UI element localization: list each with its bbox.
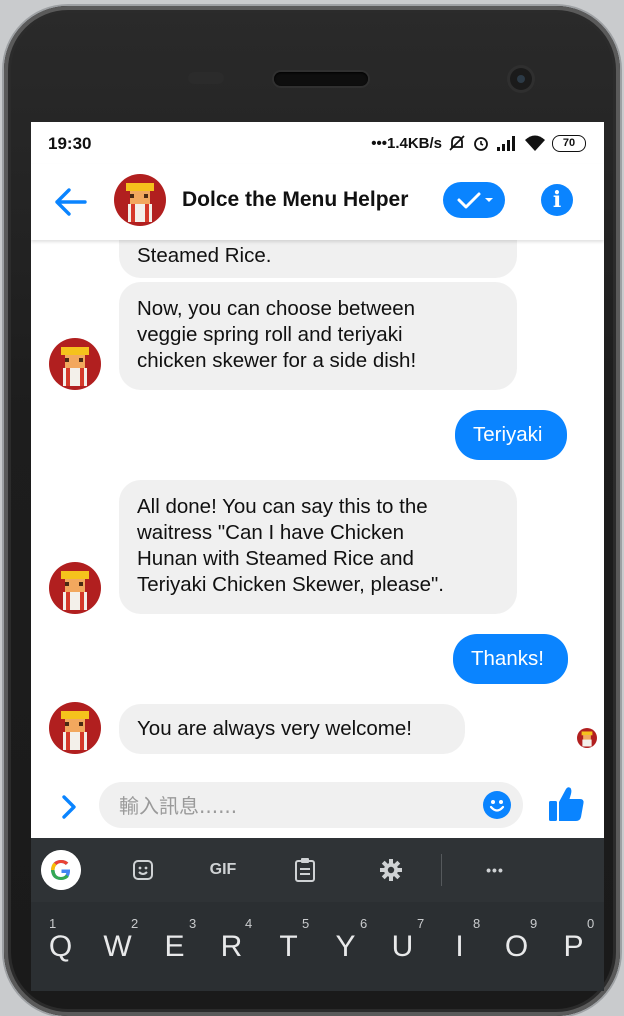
mute-icon	[448, 134, 466, 152]
key-number-hint: 0	[587, 916, 595, 931]
more-button[interactable]: •••	[473, 852, 517, 888]
alarm-icon	[472, 134, 490, 152]
key-o[interactable]: O9	[488, 902, 545, 991]
emoji-icon[interactable]	[483, 791, 511, 819]
message-input[interactable]	[117, 782, 461, 830]
key-i[interactable]: I8	[431, 902, 488, 991]
keyboard-toolbar: GIF •••	[31, 838, 604, 902]
chat-title: Dolce the Menu Helper	[182, 188, 409, 211]
toolbar-divider	[441, 854, 442, 886]
message-list: Steamed Rice. Now, you can choose betwee…	[31, 240, 604, 772]
key-letter: P	[563, 930, 584, 963]
more-icon: •••	[486, 862, 504, 878]
bot-avatar	[49, 338, 101, 390]
sticker-button[interactable]	[125, 852, 161, 888]
bot-avatar[interactable]	[114, 174, 166, 226]
clipboard-icon	[295, 858, 315, 882]
status-time: 19:30	[48, 134, 92, 153]
bot-avatar	[49, 562, 101, 614]
message-line: waitress "Can I have Chicken	[137, 521, 405, 544]
key-letter: W	[103, 930, 132, 963]
front-camera	[510, 68, 532, 90]
key-letter: I	[455, 930, 464, 963]
status-bar: 19:30 •••1.4KB/s 70	[31, 122, 604, 164]
key-letter: U	[391, 930, 414, 963]
message-text: Thanks!	[471, 647, 544, 670]
chat-header: Dolce the Menu Helper i	[31, 164, 604, 240]
signal-icon	[496, 135, 518, 151]
read-receipt-avatar	[577, 728, 597, 748]
chevron-right-icon[interactable]	[59, 794, 79, 820]
key-number-hint: 7	[417, 916, 425, 931]
proximity-sensor	[188, 72, 224, 84]
key-u[interactable]: U7	[374, 902, 431, 991]
key-letter: T	[279, 930, 298, 963]
bot-message: Steamed Rice.	[119, 240, 517, 278]
key-number-hint: 5	[302, 916, 310, 931]
key-q[interactable]: Q1	[32, 902, 89, 991]
key-t[interactable]: T5	[260, 902, 317, 991]
gear-icon	[380, 859, 402, 881]
key-number-hint: 2	[131, 916, 139, 931]
battery-icon: 70	[552, 134, 586, 152]
bot-avatar	[49, 702, 101, 754]
composer-bar	[31, 772, 604, 838]
message-line: Teriyaki Chicken Skewer, please".	[137, 573, 444, 596]
clipboard-button[interactable]	[287, 852, 323, 888]
done-toggle-button[interactable]	[443, 182, 505, 218]
gif-button[interactable]: GIF	[201, 852, 245, 888]
key-letter: E	[164, 930, 185, 963]
bot-message: You are always very welcome!	[119, 704, 465, 754]
google-icon[interactable]	[41, 850, 81, 890]
phone-screen: 19:30 •••1.4KB/s 70 Dolce the Menu Helpe…	[31, 122, 604, 991]
key-number-hint: 1	[49, 916, 57, 931]
key-number-hint: 8	[473, 916, 481, 931]
key-letter: O	[504, 930, 529, 963]
bot-message: All done! You can say this to the waitre…	[119, 480, 517, 614]
user-message: Teriyaki	[455, 410, 567, 460]
battery-level: 70	[562, 136, 576, 149]
key-number-hint: 6	[360, 916, 368, 931]
bot-message: Now, you can choose between veggie sprin…	[119, 282, 517, 390]
key-r[interactable]: R4	[203, 902, 260, 991]
key-letter: Q	[48, 930, 73, 963]
sticker-icon	[133, 860, 153, 880]
gif-label: GIF	[209, 861, 237, 878]
message-input-wrapper	[99, 782, 523, 830]
settings-button[interactable]	[373, 852, 409, 888]
checkmark-icon	[457, 192, 493, 209]
key-letter: Y	[335, 930, 356, 963]
earpiece-speaker	[274, 72, 368, 86]
status-indicators: •••1.4KB/s 70	[371, 134, 586, 152]
info-icon: i	[552, 187, 562, 213]
info-button[interactable]: i	[541, 184, 573, 216]
wifi-icon	[524, 134, 546, 152]
key-number-hint: 3	[189, 916, 197, 931]
key-w[interactable]: W2	[89, 902, 146, 991]
user-message: Thanks!	[453, 634, 568, 684]
keyboard-keys: Q1 W2 E3 R4 T5 Y6 U7 I8 O9 P0	[31, 902, 604, 991]
key-number-hint: 9	[530, 916, 538, 931]
message-line: Hunan with Steamed Rice and	[137, 547, 414, 570]
message-line: All done! You can say this to the	[137, 495, 428, 518]
message-line: Now, you can choose between	[137, 297, 416, 320]
message-text: Teriyaki	[473, 423, 543, 446]
message-line: veggie spring roll and teriyaki	[137, 323, 403, 346]
key-p[interactable]: P0	[545, 902, 602, 991]
thumbs-up-icon[interactable]	[547, 784, 587, 824]
message-line: chicken skewer for a side dish!	[137, 349, 417, 372]
network-speed: •••1.4KB/s	[371, 134, 442, 152]
key-number-hint: 4	[245, 916, 253, 931]
message-line: Steamed Rice.	[137, 244, 272, 267]
key-letter: R	[220, 930, 243, 963]
key-e[interactable]: E3	[146, 902, 203, 991]
key-y[interactable]: Y6	[317, 902, 374, 991]
back-arrow-icon[interactable]	[53, 186, 87, 218]
message-text: You are always very welcome!	[137, 717, 412, 740]
